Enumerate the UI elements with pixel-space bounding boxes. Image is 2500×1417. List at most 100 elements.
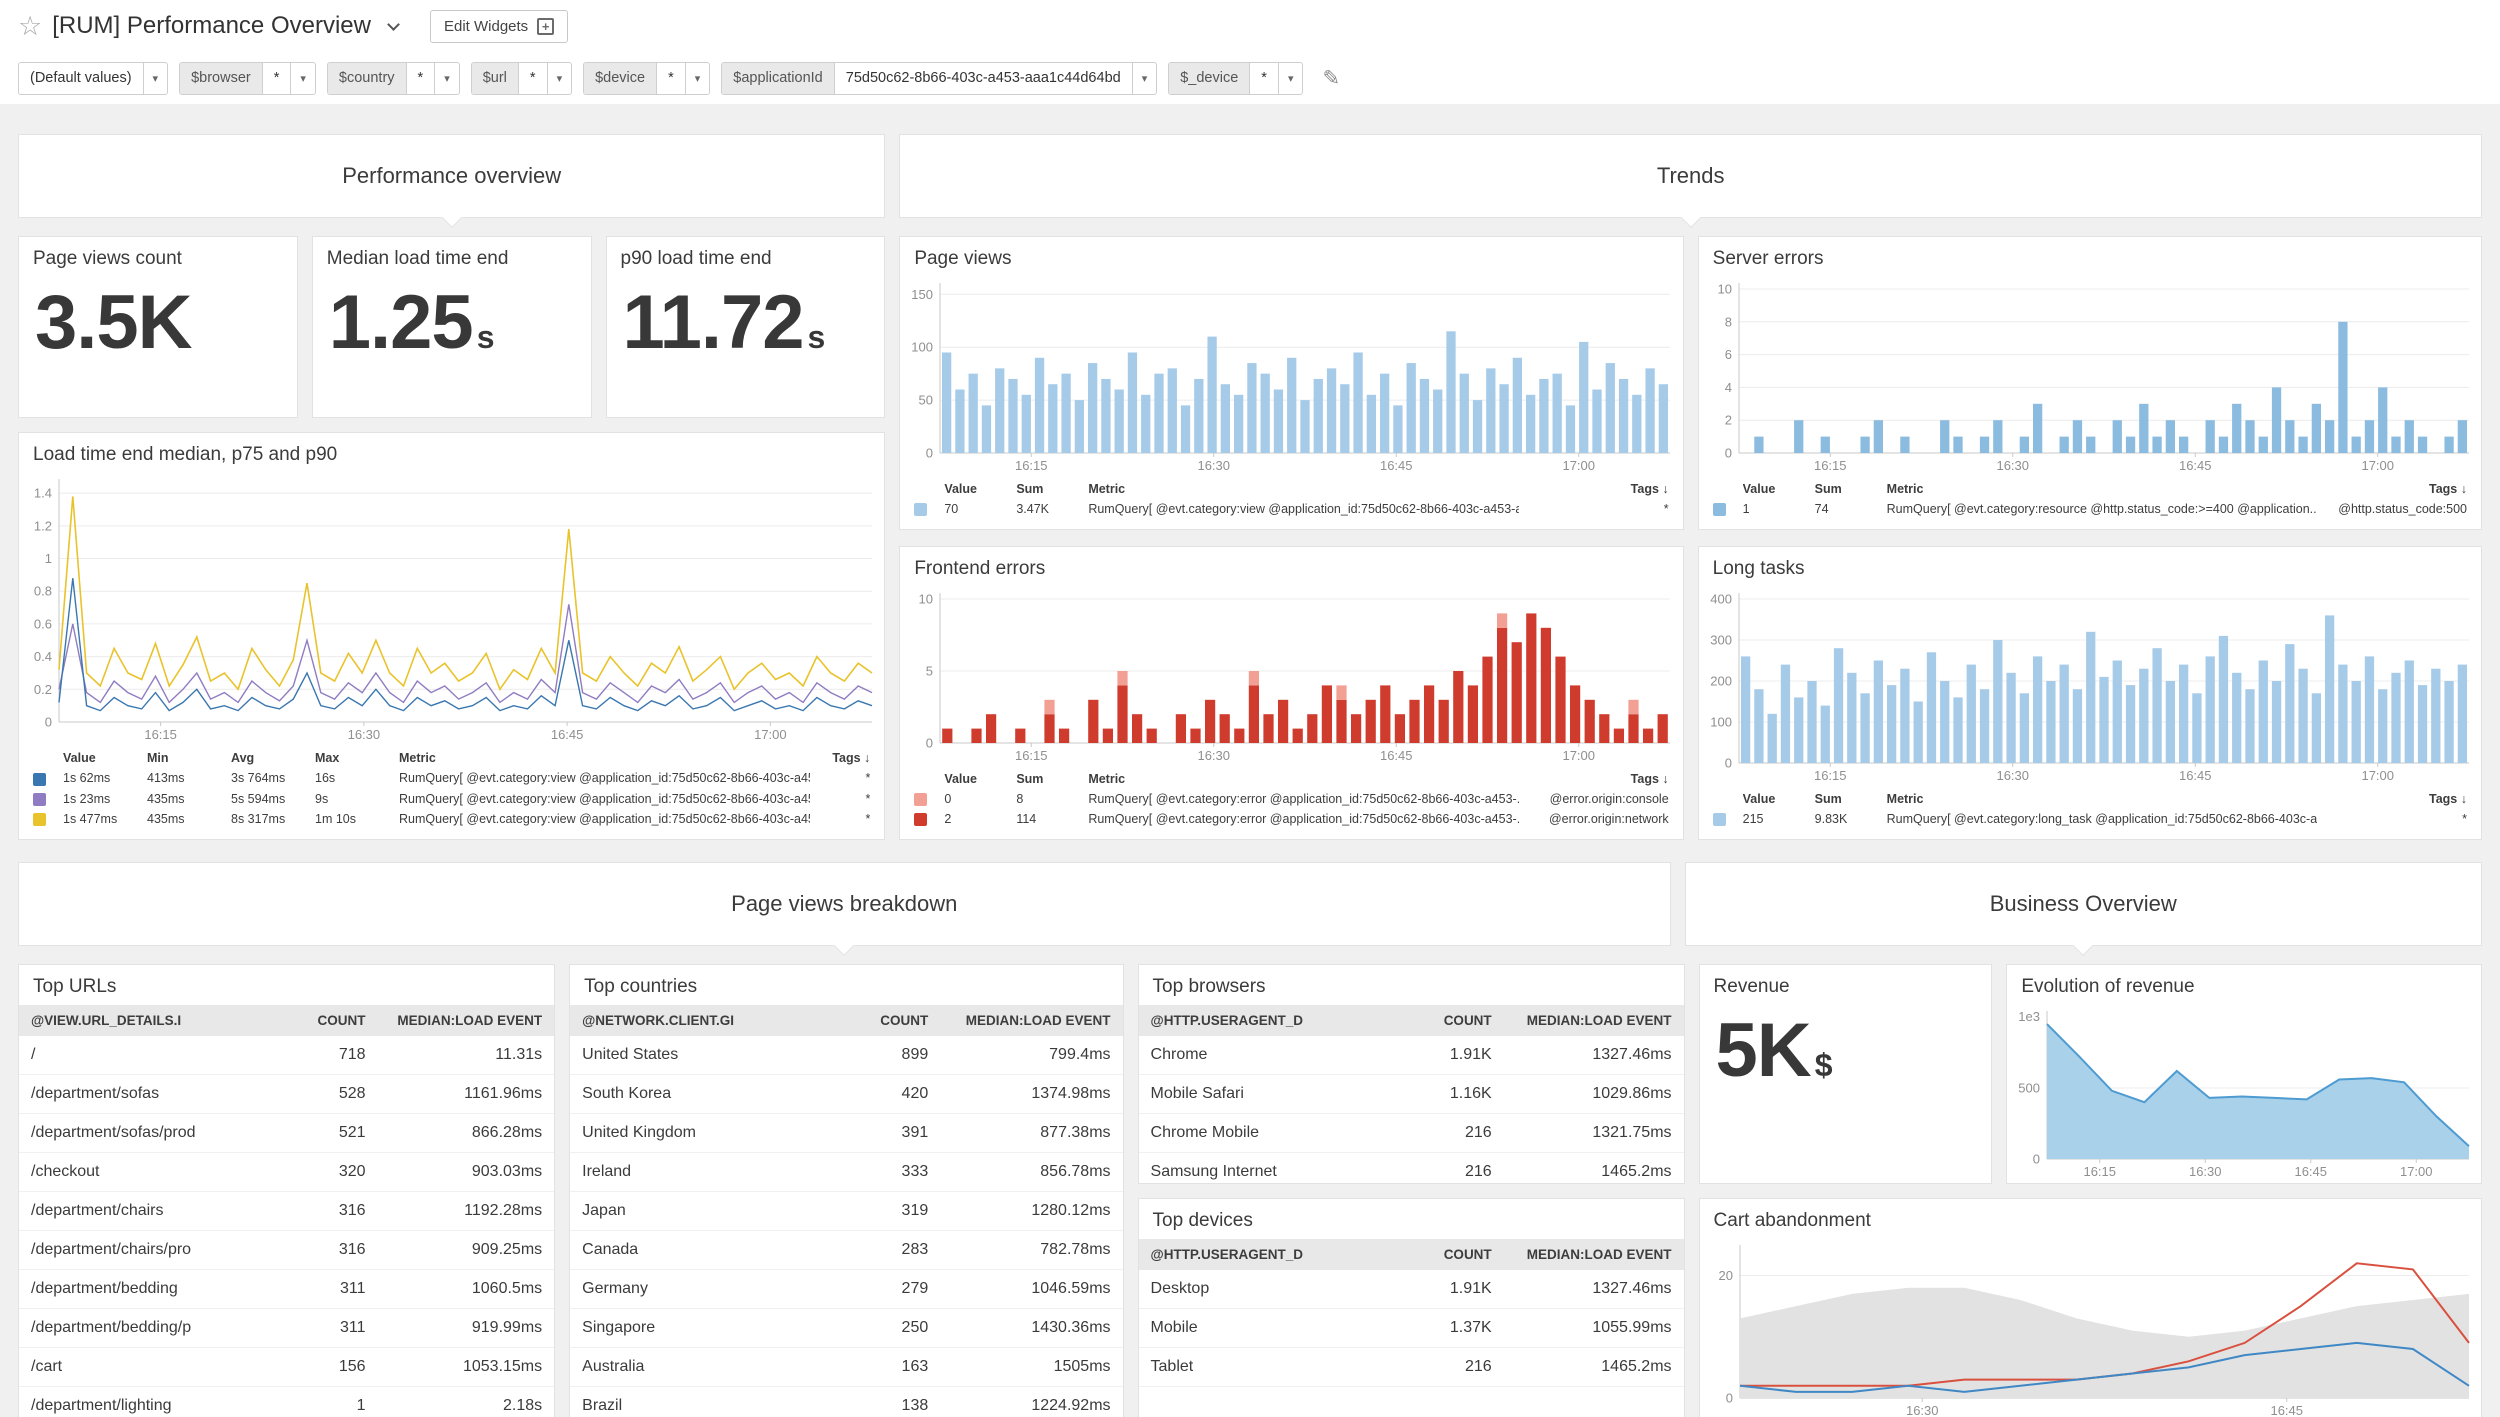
column-header[interactable]: COUNT <box>286 1005 378 1036</box>
filter-pill-underscore-device[interactable]: $_device * ▾ <box>1168 61 1304 95</box>
table-row[interactable]: Australia 163 1505ms <box>570 1347 1123 1387</box>
table-row[interactable]: Ireland 333 856.78ms <box>570 1152 1123 1192</box>
table-row[interactable]: /department/chairs/pro 316 909.25ms <box>19 1230 555 1270</box>
revenue-widget[interactable]: Revenue 5K $ <box>1698 964 1993 1184</box>
legend-column-header[interactable]: Metric <box>1887 479 2317 499</box>
default-values-dropdown[interactable]: (Default values) ▾ <box>18 61 169 95</box>
legend-row[interactable]: 0 8 RumQuery[ @evt.category:error @applica… <box>914 789 1669 809</box>
filter-pill-device[interactable]: $device * ▾ <box>583 61 711 95</box>
column-header[interactable]: @HTTP.USERAGENT_D <box>1138 1239 1412 1270</box>
table-row[interactable]: United Kingdom 391 877.38ms <box>570 1113 1123 1153</box>
table-row[interactable]: Mobile Safari 1.16K 1029.86ms <box>1138 1074 1684 1114</box>
legend-column-header[interactable]: Sum <box>1016 479 1088 499</box>
table-cell: Chrome <box>1138 1036 1412 1075</box>
column-header[interactable]: @VIEW.URL_DETAILS.I <box>19 1005 287 1036</box>
page-views-count-widget[interactable]: Page views count 3.5K <box>18 236 298 418</box>
legend-column-header[interactable]: Value <box>63 748 147 768</box>
legend-column-header[interactable]: Metric <box>1088 479 1518 499</box>
legend-column-header[interactable]: Value <box>944 479 1016 499</box>
column-header[interactable]: MEDIAN:LOAD EVENT <box>1503 1005 1684 1036</box>
filter-pill-browser[interactable]: $browser * ▾ <box>179 61 316 95</box>
column-header[interactable]: COUNT <box>846 1005 941 1036</box>
table-row[interactable]: Chrome 1.91K 1327.46ms <box>1138 1036 1684 1075</box>
legend-column-header[interactable]: Metric <box>1887 789 2317 809</box>
legend-column-header[interactable]: Value <box>1743 789 1815 809</box>
table-row[interactable]: /department/bedding 311 1060.5ms <box>19 1269 555 1309</box>
legend-column-header[interactable]: Sum <box>1815 479 1887 499</box>
table-row[interactable]: Desktop 1.91K 1327.46ms <box>1138 1270 1684 1309</box>
edit-filters-pencil-icon[interactable]: ✎ <box>1322 66 1340 91</box>
svg-text:16:15: 16:15 <box>1814 458 1847 473</box>
group-header-page-views-breakdown[interactable]: Page views breakdown <box>18 862 1671 946</box>
table-row[interactable]: /718 11.31s <box>19 1036 555 1075</box>
legend-row[interactable]: 70 3.47K RumQuery[ @evt.category:view @app… <box>914 499 1669 519</box>
legend-row[interactable]: 1s 62ms 413ms 3s 764ms 16s RumQuery[ @evt.ca… <box>33 768 870 788</box>
column-header[interactable]: COUNT <box>1411 1005 1504 1036</box>
legend-column-header[interactable]: Sum <box>1016 769 1088 789</box>
column-header[interactable]: @HTTP.USERAGENT_D <box>1138 1005 1412 1036</box>
legend-column-header[interactable]: Min <box>147 748 231 768</box>
column-header[interactable]: MEDIAN:LOAD EVENT <box>377 1005 555 1036</box>
legend-row[interactable]: 1s 23ms 435ms 5s 594ms 9s RumQuery[ @evt.cat… <box>33 789 870 809</box>
favorite-star-icon[interactable]: ☆ <box>18 12 42 40</box>
long-tasks-chart[interactable]: 0 100 200 300 400 16:15 16:30 16:45 17:00 <box>1699 587 2481 787</box>
table-row[interactable]: United States 899 799.4ms <box>570 1036 1123 1075</box>
filter-pill-application-id[interactable]: $applicationId 75d50c62-8b66-403c-a453-a… <box>721 61 1158 95</box>
legend-column-header[interactable]: Sum <box>1815 789 1887 809</box>
table-row[interactable]: /department/chairs 316 1192.28ms <box>19 1191 555 1231</box>
table-row[interactable]: Tablet 216 1465.2ms <box>1138 1347 1684 1387</box>
table-row[interactable]: Singapore 250 1430.36ms <box>570 1308 1123 1348</box>
column-header[interactable]: MEDIAN:LOAD EVENT <box>1503 1239 1684 1270</box>
table-row[interactable]: /checkout 320 903.03ms <box>19 1152 555 1192</box>
title-chevron-down-icon[interactable] <box>387 17 400 31</box>
legend-column-header[interactable]: Tags ↓ <box>1519 479 1669 499</box>
filter-pill-url[interactable]: $url * ▾ <box>470 61 573 95</box>
group-header-performance-overview[interactable]: Performance overview <box>18 134 886 218</box>
legend-column-header[interactable]: Avg <box>231 748 315 768</box>
table-cell: 1161.96ms <box>377 1074 555 1114</box>
table-row[interactable]: /department/bedding/p 311 919.99ms <box>19 1308 555 1348</box>
legend-column-header[interactable]: Metric <box>1088 769 1518 789</box>
table-row[interactable]: Germany 279 1046.59ms <box>570 1269 1123 1309</box>
legend-row[interactable]: 215 9.83K RumQuery[ @evt.category:long_tas… <box>1712 809 2467 829</box>
table-row[interactable]: /cart 156 1053.15ms <box>19 1347 555 1387</box>
cart-abandonment-chart[interactable]: 0 20 16:30 16:45 <box>1700 1239 2481 1417</box>
table-row[interactable]: Mobile 1.37K 1055.99ms <box>1138 1308 1684 1348</box>
column-header[interactable]: COUNT <box>1411 1239 1504 1270</box>
legend-row[interactable]: 1s 477ms 435ms 8s 317ms 1m 10s RumQuery[ @ev… <box>33 809 870 829</box>
table-row[interactable]: Samsung Internet 216 1465.2ms <box>1138 1152 1684 1183</box>
group-header-business-overview[interactable]: Business Overview <box>1684 862 2482 946</box>
table-row[interactable]: /department/sofas/prod 521 866.28ms <box>19 1113 555 1153</box>
legend-column-header[interactable]: Value <box>944 769 1016 789</box>
legend-column-header[interactable]: Max <box>315 748 399 768</box>
table-row[interactable]: Japan 319 1280.12ms <box>570 1191 1123 1231</box>
load-time-chart[interactable]: 0 0.2 0.4 0.6 0.8 1 1.2 1.4 16:15 16:30 16:45 17:00 <box>19 473 884 746</box>
table-cell: 856.78ms <box>940 1152 1123 1192</box>
legend-cell: @error.origin:network <box>1548 811 1669 826</box>
frontend-errors-chart[interactable]: 0 5 10 16:15 16:30 16:45 17:00 <box>900 587 1682 767</box>
table-row[interactable]: /department/sofas 528 1161.96ms <box>19 1074 555 1114</box>
legend-column-header[interactable]: Metric <box>399 748 810 768</box>
filter-pill-country[interactable]: $country * ▾ <box>326 61 460 95</box>
table-row[interactable]: /department/lighting 1 2.18s <box>19 1386 555 1417</box>
edit-widgets-button[interactable]: Edit Widgets + <box>429 9 569 43</box>
legend-column-header[interactable]: Tags ↓ <box>1519 769 1669 789</box>
table-row[interactable]: Chrome Mobile 216 1321.75ms <box>1138 1113 1684 1153</box>
column-header[interactable]: @NETWORK.CLIENT.GI <box>570 1005 847 1036</box>
legend-column-header[interactable]: Tags ↓ <box>2317 479 2467 499</box>
legend-column-header[interactable]: Tags ↓ <box>2317 789 2467 809</box>
table-row[interactable]: South Korea 420 1374.98ms <box>570 1074 1123 1114</box>
p90-load-time-widget[interactable]: p90 load time end 11.72 s <box>605 236 886 418</box>
legend-column-header[interactable]: Value <box>1743 479 1815 499</box>
table-row[interactable]: Brazil 138 1224.92ms <box>570 1386 1123 1417</box>
page-views-chart[interactable]: 0 50 100 150 16:15 16:30 16:45 17:00 <box>900 277 1682 477</box>
legend-column-header[interactable]: Tags ↓ <box>810 748 870 768</box>
server-errors-chart[interactable]: 0 2 4 6 8 10 16:15 16:30 16:45 17:00 <box>1699 277 2481 477</box>
column-header[interactable]: MEDIAN:LOAD EVENT <box>940 1005 1123 1036</box>
group-header-trends[interactable]: Trends <box>899 134 2482 218</box>
legend-row[interactable]: 1 74 RumQuery[ @evt.category:resource @htt… <box>1712 499 2467 519</box>
legend-row[interactable]: 2 114 RumQuery[ @evt.category:error @appli… <box>914 809 1669 829</box>
median-load-time-widget[interactable]: Median load time end 1.25 s <box>311 236 592 418</box>
evolution-of-revenue-chart[interactable]: 0 500 1e3 16:15 16:30 16:45 17:00 <box>2007 1005 2481 1183</box>
table-row[interactable]: Canada 283 782.78ms <box>570 1230 1123 1270</box>
